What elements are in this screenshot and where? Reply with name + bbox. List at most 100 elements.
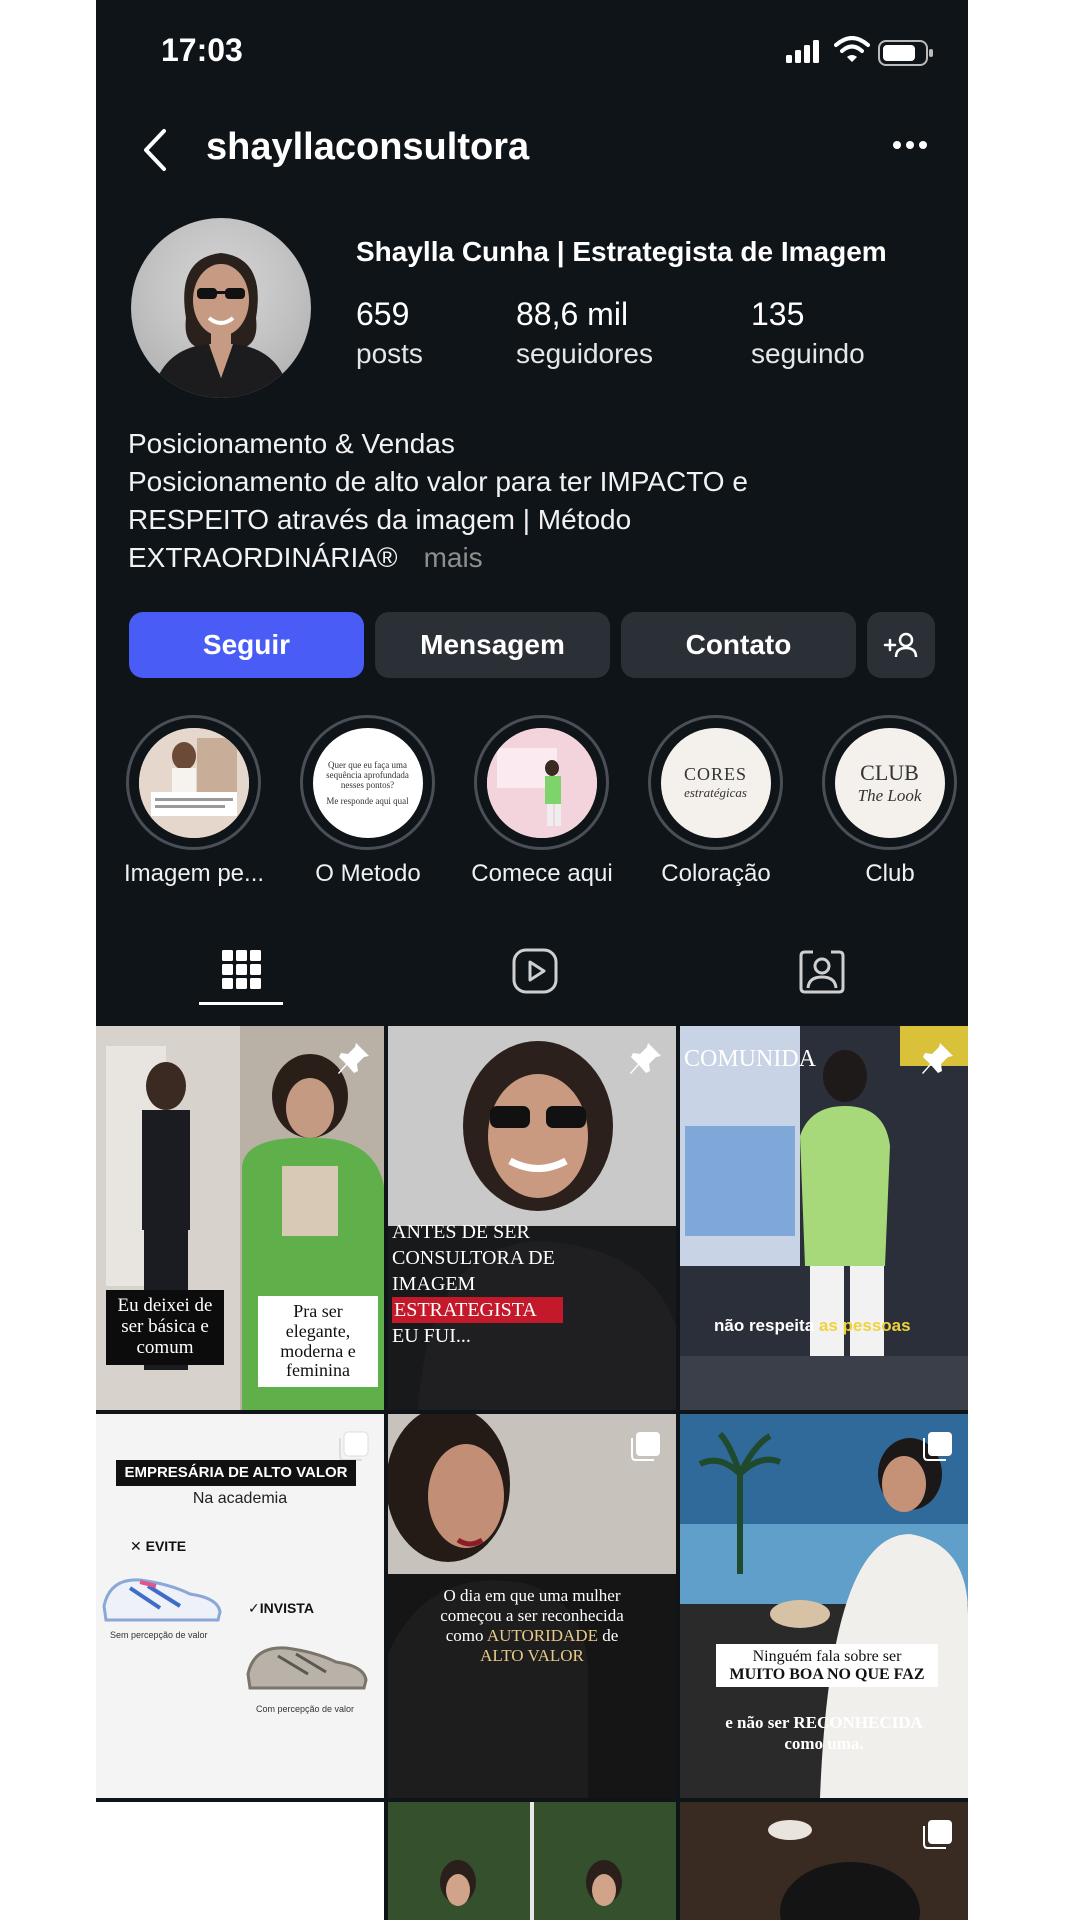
post-caption-block: ANTES DE SER CONSULTORA DE IMAGEM ESTRAT… (392, 1219, 592, 1349)
post-caption: como uma. (784, 1734, 864, 1753)
post-caption: IMAGEM (392, 1273, 476, 1295)
suggested-people-button[interactable] (867, 612, 935, 678)
cellular-signal-icon (786, 40, 819, 63)
cover-text: sequência aprofundada (326, 769, 409, 780)
following-count[interactable]: 135 (751, 296, 804, 333)
highlight-label[interactable]: Imagem pe... (109, 860, 279, 888)
cover-text: Quer que eu faça uma (328, 759, 407, 770)
grid-icon[interactable] (222, 950, 262, 990)
post-caption: de (602, 1626, 619, 1645)
post-caption: EU FUI... (392, 1325, 471, 1347)
highlight-cover (486, 727, 597, 838)
post-image (388, 1802, 676, 1920)
carousel-icon (339, 1431, 369, 1461)
post-caption: Pra ser elegante, moderna e feminina (258, 1296, 378, 1388)
profile-avatar[interactable] (131, 218, 311, 398)
highlight-imagem[interactable] (126, 715, 261, 850)
cover-text: CORES (683, 764, 748, 784)
more-options-icon[interactable] (892, 140, 928, 150)
back-icon[interactable] (140, 128, 168, 172)
contact-button[interactable]: Contato (621, 612, 856, 678)
highlight-cover: CORES estratégicas (660, 727, 771, 838)
post-caption: EVITE (145, 1538, 187, 1554)
post-caption: Na academia (192, 1490, 288, 1507)
bio-line: Posicionamento de alto valor para ter IM… (128, 466, 748, 497)
post-caption: e não ser RECONHECIDA (725, 1713, 923, 1732)
pinned-icon (922, 1043, 953, 1074)
post-thumbnail[interactable] (388, 1802, 676, 1920)
post-caption: Ninguém fala sobre ser (752, 1648, 902, 1665)
sneaker-image (102, 1578, 222, 1622)
post-thumbnail[interactable]: COMUNIDA não respeita as pessoas (680, 1026, 968, 1410)
post-caption-highlight: ALTO VALOR (480, 1646, 584, 1665)
reels-icon[interactable] (512, 948, 558, 994)
posts-count[interactable]: 659 (356, 296, 409, 333)
post-image (680, 1026, 968, 1410)
cover-text: Me responde aqui qual (326, 795, 409, 806)
post-caption: Sem percepção de valor (110, 1630, 208, 1640)
post-image (388, 1026, 676, 1410)
carousel-icon (923, 1820, 952, 1849)
bio-more-link[interactable]: mais (424, 542, 483, 573)
highlight-label[interactable]: Comece aqui (457, 860, 627, 888)
cover-text: estratégicas (684, 785, 747, 800)
post-caption: O dia em que uma mulher (443, 1586, 621, 1605)
posts-label[interactable]: posts (356, 338, 423, 370)
follow-button[interactable]: Seguir (129, 612, 364, 678)
active-tab-indicator (199, 1002, 283, 1005)
followers-count[interactable]: 88,6 mil (516, 296, 628, 333)
post-caption: MUITO BOA NO QUE FAZ (729, 1665, 925, 1683)
cover-text: nesses pontos? (340, 779, 395, 790)
post-caption-highlight: ESTRATEGISTA (392, 1297, 563, 1323)
post-caption: INVISTA (259, 1600, 314, 1616)
post-thumbnail[interactable] (680, 1802, 968, 1920)
post-thumbnail[interactable]: ANTES DE SER CONSULTORA DE IMAGEM ESTRAT… (388, 1026, 676, 1410)
highlight-cover: CLUB The Look (834, 727, 945, 838)
bio-line: EXTRAORDINÁRIA® mais (128, 542, 483, 574)
highlight-o-metodo[interactable]: Quer que eu faça uma sequência aprofunda… (300, 715, 435, 850)
post-caption-line: ✕ EVITE (130, 1538, 187, 1554)
post-caption: Eu deixei de ser básica e comum (106, 1290, 224, 1365)
bio-line: RESPEITO através da imagem | Método (128, 504, 632, 535)
sneaker-image (246, 1646, 368, 1690)
profile-username: shayllaconsultora (206, 126, 530, 168)
post-caption: não respeita (714, 1316, 815, 1335)
highlight-comece-aqui[interactable] (474, 715, 609, 850)
post-caption: EMPRESÁRIA DE ALTO VALOR (116, 1460, 356, 1486)
status-time: 17:03 (161, 32, 243, 68)
profile-display-name: Shaylla Cunha | Estrategista de Imagem (356, 236, 887, 267)
message-button[interactable]: Mensagem (375, 612, 610, 678)
add-person-icon (883, 632, 918, 658)
cover-text: CLUB (860, 759, 919, 785)
post-thumbnail[interactable] (96, 1802, 384, 1920)
post-caption-line: não respeita as pessoas (714, 1316, 911, 1336)
post-caption: Com percepção de valor (256, 1704, 355, 1714)
wifi-icon (834, 36, 870, 62)
following-label[interactable]: seguindo (751, 338, 865, 370)
highlight-cover: Quer que eu faça uma sequência aprofunda… (312, 727, 423, 838)
post-caption: como (445, 1626, 484, 1645)
bio-line: Posicionamento & Vendas (128, 428, 455, 459)
highlight-label[interactable]: O Metodo (283, 860, 453, 888)
post-thumbnail[interactable]: Eu deixei de ser básica e comum Pra ser … (96, 1026, 384, 1410)
post-caption-highlight: as pessoas (818, 1316, 911, 1335)
tagged-icon[interactable] (799, 948, 845, 994)
post-caption-block: O dia em que uma mulher começou a ser re… (388, 1586, 676, 1666)
post-caption-block: e não ser RECONHECIDA como uma. (680, 1712, 968, 1754)
followers-label[interactable]: seguidores (516, 338, 653, 370)
pinned-icon (630, 1043, 661, 1074)
cover-text: The Look (857, 785, 922, 805)
post-caption-line: ✓INVISTA (248, 1600, 314, 1616)
post-caption-highlight: AUTORIDADE (486, 1626, 598, 1645)
post-thumbnail[interactable]: O dia em que uma mulher começou a ser re… (388, 1414, 676, 1798)
highlight-club[interactable]: CLUB The Look (822, 715, 957, 850)
carousel-icon (923, 1432, 952, 1461)
post-thumbnail[interactable]: EMPRESÁRIA DE ALTO VALOR Na academia ✕ E… (96, 1414, 384, 1798)
highlight-label[interactable]: Coloração (631, 860, 801, 888)
highlight-coloracao[interactable]: CORES estratégicas (648, 715, 783, 850)
post-caption: CONSULTORA DE (392, 1247, 555, 1269)
highlight-label[interactable]: Club (805, 860, 968, 888)
highlight-cover (138, 727, 249, 838)
post-thumbnail[interactable]: Ninguém fala sobre ser MUITO BOA NO QUE … (680, 1414, 968, 1798)
post-caption-box: Ninguém fala sobre ser MUITO BOA NO QUE … (716, 1644, 938, 1688)
